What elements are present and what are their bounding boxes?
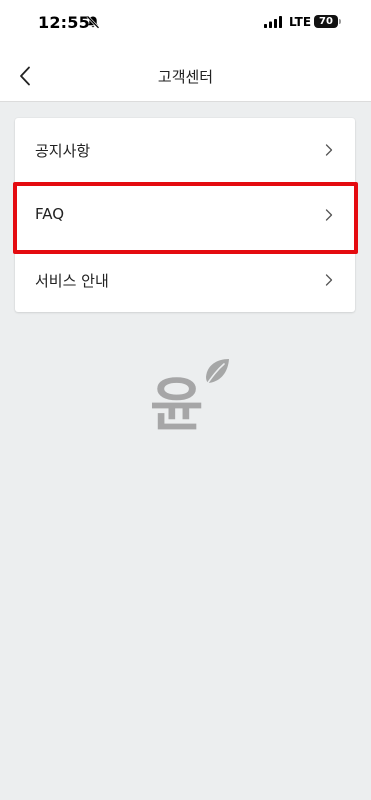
menu-item-notice[interactable]: 공지사항 (15, 118, 355, 182)
battery-icon: 70 (314, 15, 338, 28)
battery-tip (339, 19, 341, 24)
status-time: 12:55 (38, 13, 90, 32)
menu-item-label: 공지사항 (35, 142, 91, 160)
status-bar: 12:55 LTE 70 (0, 0, 371, 46)
menu-item-faq[interactable]: FAQ (15, 183, 355, 247)
menu-item-label: 서비스 안내 (35, 272, 109, 290)
network-label: LTE (289, 15, 312, 29)
signal-bars-icon (264, 16, 282, 28)
bell-slash-icon (86, 15, 100, 29)
watermark-glyph: 윤 (150, 371, 203, 435)
menu-item-service-guide[interactable]: 서비스 안내 (15, 248, 355, 312)
menu-item-label: FAQ (35, 205, 65, 223)
chevron-right-icon (325, 209, 333, 221)
leaf-icon (206, 359, 229, 385)
chevron-right-icon (325, 274, 333, 286)
chevron-right-icon (325, 144, 333, 156)
menu-card: 공지사항 FAQ 서비스 안내 (15, 118, 355, 312)
page-title: 고객센터 (157, 68, 214, 86)
top-area: 12:55 LTE 70 고객센터 (0, 0, 371, 102)
watermark-logo: 윤 (150, 359, 229, 435)
